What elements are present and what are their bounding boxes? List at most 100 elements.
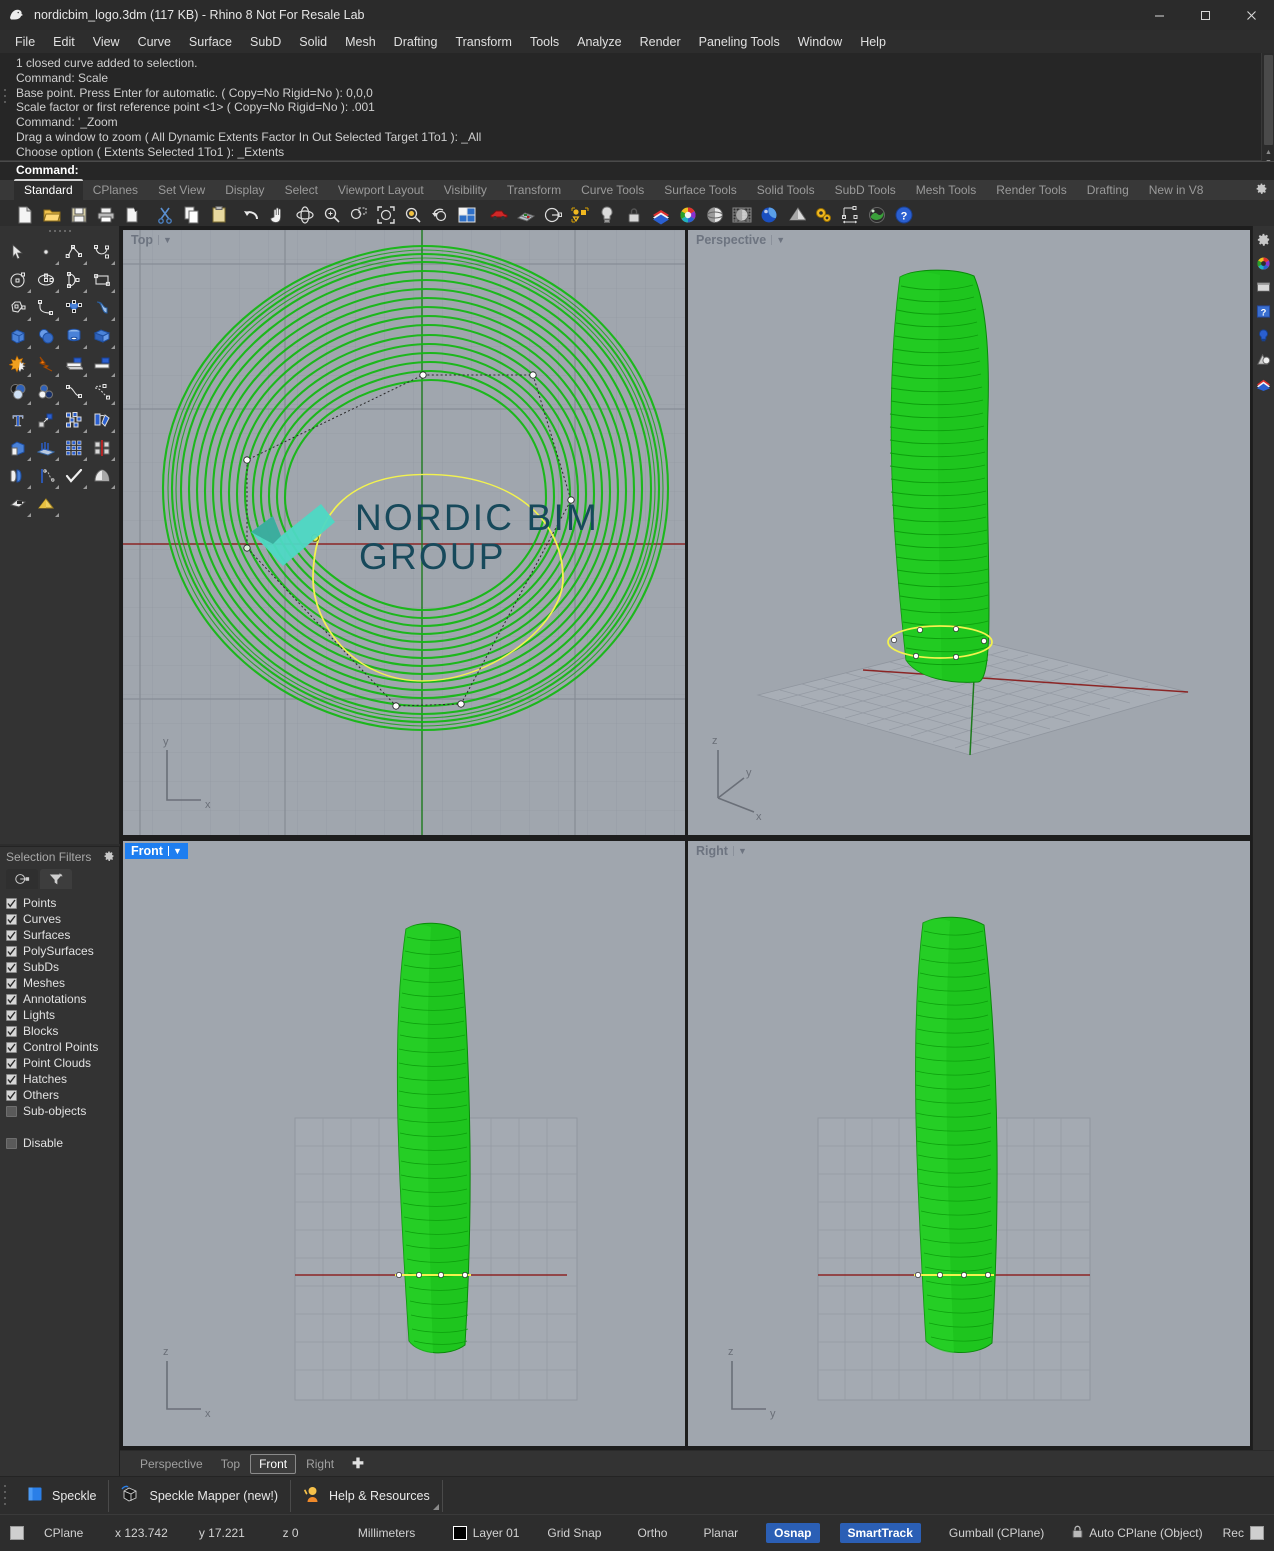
arc-icon[interactable] — [60, 266, 88, 294]
filter-row-others[interactable]: Others — [6, 1087, 119, 1103]
viewport-perspective[interactable]: z y x Perspective ▼ — [688, 230, 1250, 835]
light-bulb-icon[interactable] — [594, 202, 620, 228]
grid-plane-icon[interactable] — [513, 202, 539, 228]
unroll-icon[interactable] — [4, 462, 32, 490]
offset-dashed-icon[interactable] — [88, 378, 116, 406]
menu-drafting[interactable]: Drafting — [385, 32, 447, 52]
menu-view[interactable]: View — [84, 32, 129, 52]
checkbox-points[interactable] — [6, 897, 17, 909]
scale-icon[interactable] — [32, 406, 60, 434]
ghosted-sphere-icon[interactable] — [729, 202, 755, 228]
toolbar-tab-mesh-tools[interactable]: Mesh Tools — [906, 181, 986, 200]
viewport-top[interactable]: y x NORDIC BIM GROUP Top ▼ — [123, 230, 685, 835]
viewport-tab-perspective[interactable]: Perspective — [132, 1455, 211, 1473]
checkbox-blocks[interactable] — [6, 1025, 17, 1037]
rectangle-icon[interactable] — [88, 266, 116, 294]
viewport-front[interactable]: z x Front ▼ — [123, 841, 685, 1446]
rotate-icon[interactable] — [88, 406, 116, 434]
minimize-button[interactable] — [1136, 0, 1182, 30]
offset-curve-icon[interactable] — [60, 378, 88, 406]
toggle-ortho[interactable]: Ortho — [629, 1523, 675, 1543]
filter-row-point-clouds[interactable]: Point Clouds — [6, 1055, 119, 1071]
toolbar-tab-viewport-layout[interactable]: Viewport Layout — [328, 181, 434, 200]
viewport-label-front[interactable]: Front ▼ — [125, 843, 188, 859]
menu-subd[interactable]: SubD — [241, 32, 290, 52]
menu-window[interactable]: Window — [789, 32, 851, 52]
command-input[interactable]: Command: — [0, 161, 1274, 180]
toolbar-tab-cplanes[interactable]: CPlanes — [83, 181, 148, 200]
checkbox-curves[interactable] — [6, 913, 17, 925]
polygon-icon[interactable] — [4, 294, 32, 322]
cplane-origin-icon[interactable] — [540, 202, 566, 228]
lock-icon[interactable] — [621, 202, 647, 228]
filter-row-control-points[interactable]: Control Points — [6, 1039, 119, 1055]
menu-paneling-tools[interactable]: Paneling Tools — [690, 32, 789, 52]
checkbox-polysurfaces[interactable] — [6, 945, 17, 957]
scroll-up-icon[interactable]: ▲ — [1264, 149, 1273, 157]
filter-row-hatches[interactable]: Hatches — [6, 1071, 119, 1087]
menu-surface[interactable]: Surface — [180, 32, 241, 52]
picture-frame-icon[interactable] — [4, 490, 32, 518]
zoom-selected-icon[interactable] — [400, 202, 426, 228]
menu-help[interactable]: Help — [851, 32, 895, 52]
auto-cplane-indicator[interactable]: Auto CPlane (Object) — [1062, 1525, 1212, 1541]
undo-view-icon[interactable] — [427, 202, 453, 228]
toolbar-tab-set-view[interactable]: Set View — [148, 181, 215, 200]
viewport-tab-top[interactable]: Top — [213, 1455, 248, 1473]
flow-along-curve-icon[interactable] — [32, 462, 60, 490]
filter-row-polysurfaces[interactable]: PolySurfaces — [6, 943, 119, 959]
sphere-icon[interactable] — [32, 322, 60, 350]
menu-transform[interactable]: Transform — [446, 32, 521, 52]
boolean-split-icon[interactable] — [32, 350, 60, 378]
scrollbar-thumb[interactable] — [1264, 55, 1273, 145]
cut-scissors-icon[interactable] — [152, 202, 178, 228]
fillet-curve-icon[interactable] — [32, 294, 60, 322]
chevron-down-icon[interactable]: ▼ — [732, 846, 751, 856]
filter-row-disable[interactable]: Disable — [6, 1135, 119, 1151]
open-folder-icon[interactable] — [39, 202, 65, 228]
palette-drag-handle[interactable] — [0, 226, 119, 236]
menu-curve[interactable]: Curve — [129, 32, 180, 52]
filter-row-annotations[interactable]: Annotations — [6, 991, 119, 1007]
shaded-sphere-icon[interactable] — [702, 202, 728, 228]
filter-row-subds[interactable]: SubDs — [6, 959, 119, 975]
viewport-layout-icon[interactable] — [454, 202, 480, 228]
menu-mesh[interactable]: Mesh — [336, 32, 385, 52]
save-icon[interactable] — [66, 202, 92, 228]
rendered-sphere-icon[interactable] — [756, 202, 782, 228]
toolbar-tab-transform[interactable]: Transform — [497, 181, 571, 200]
sweep-surface-icon[interactable] — [88, 294, 116, 322]
toolbar-tab-new-in-v8[interactable]: New in V8 — [1139, 181, 1214, 200]
text-icon[interactable]: T — [4, 406, 32, 434]
explode-icon[interactable] — [4, 350, 32, 378]
viewport-label-perspective[interactable]: Perspective ▼ — [690, 232, 791, 248]
close-button[interactable] — [1228, 0, 1274, 30]
toolbar-tab-surface-tools[interactable]: Surface Tools — [654, 181, 747, 200]
layers-icon[interactable] — [648, 202, 674, 228]
menu-file[interactable]: File — [6, 32, 44, 52]
toggle-osnap[interactable]: Osnap — [766, 1523, 820, 1543]
select-arrow-icon[interactable] — [4, 238, 32, 266]
cplane-box-icon[interactable] — [4, 434, 32, 462]
command-panel-grip[interactable] — [4, 89, 10, 103]
toggle-gumball[interactable]: Gumball (CPlane) — [941, 1523, 1052, 1543]
chevron-down-icon[interactable]: ▼ — [771, 235, 789, 245]
boolean-difference-icon[interactable] — [32, 378, 60, 406]
menu-solid[interactable]: Solid — [290, 32, 336, 52]
speckle-button[interactable]: Speckle — [14, 1479, 110, 1512]
array-grid-icon[interactable] — [60, 434, 88, 462]
filter-row-curves[interactable]: Curves — [6, 911, 119, 927]
loft-icon[interactable] — [32, 434, 60, 462]
save-as-icon[interactable] — [120, 202, 146, 228]
mirror-icon[interactable] — [88, 434, 116, 462]
toolbar-tab-curve-tools[interactable]: Curve Tools — [571, 181, 654, 200]
filter-row-blocks[interactable]: Blocks — [6, 1023, 119, 1039]
filter-row-surfaces[interactable]: Surfaces — [6, 927, 119, 943]
checkbox-annotations[interactable] — [6, 993, 17, 1005]
dimension-icon[interactable] — [837, 202, 863, 228]
checkbox-meshes[interactable] — [6, 977, 17, 989]
checkbox-hatches[interactable] — [6, 1073, 17, 1085]
point-icon[interactable] — [32, 238, 60, 266]
polyline-icon[interactable] — [60, 238, 88, 266]
copy-icon[interactable] — [179, 202, 205, 228]
